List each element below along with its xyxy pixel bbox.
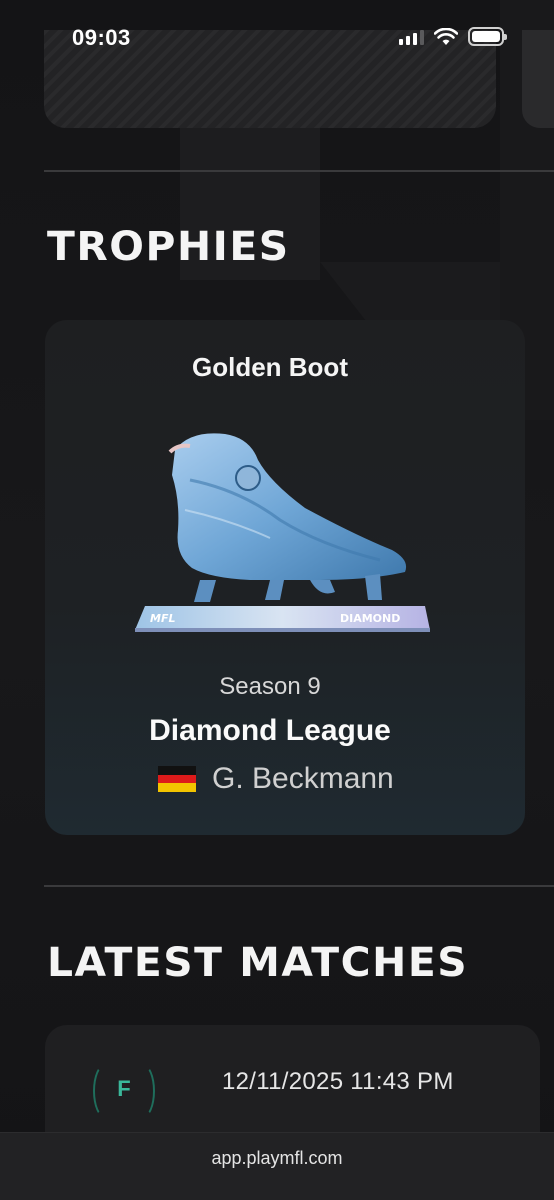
trophy-name: Golden Boot xyxy=(192,352,348,382)
match-result-badge: F xyxy=(93,1064,155,1118)
player-name: G. Beckmann xyxy=(212,762,394,795)
trophy-season: Season 9 xyxy=(219,673,321,700)
section-divider xyxy=(44,170,554,172)
trophy-league: Diamond League xyxy=(149,714,391,747)
cellular-signal-icon xyxy=(399,29,424,45)
battery-icon xyxy=(468,27,507,46)
plaque-right-text: DIAMOND xyxy=(340,612,400,625)
trophy-player[interactable]: G. Beckmann xyxy=(158,762,394,796)
wifi-icon xyxy=(434,27,458,45)
status-bar: 09:03 xyxy=(0,0,554,76)
golden-boot-trophy-image: MFL DIAMOND xyxy=(135,433,430,632)
trophies-heading: TROPHIES xyxy=(47,224,290,270)
page: 09:03 TROPHIES Golden Boot MFL DIAMOND S… xyxy=(0,0,554,1200)
status-time: 09:03 xyxy=(72,25,131,50)
browser-address-bar[interactable]: app.playmfl.com xyxy=(0,1132,554,1200)
plaque-left-text: MFL xyxy=(150,612,175,625)
url-text: app.playmfl.com xyxy=(211,1148,343,1168)
status-icons xyxy=(399,27,507,46)
latest-matches-heading: LATEST MATCHES xyxy=(47,940,469,986)
section-divider xyxy=(44,885,554,887)
germany-flag-icon xyxy=(158,766,196,793)
match-datetime: 12/11/2025 11:43 PM xyxy=(222,1068,454,1095)
